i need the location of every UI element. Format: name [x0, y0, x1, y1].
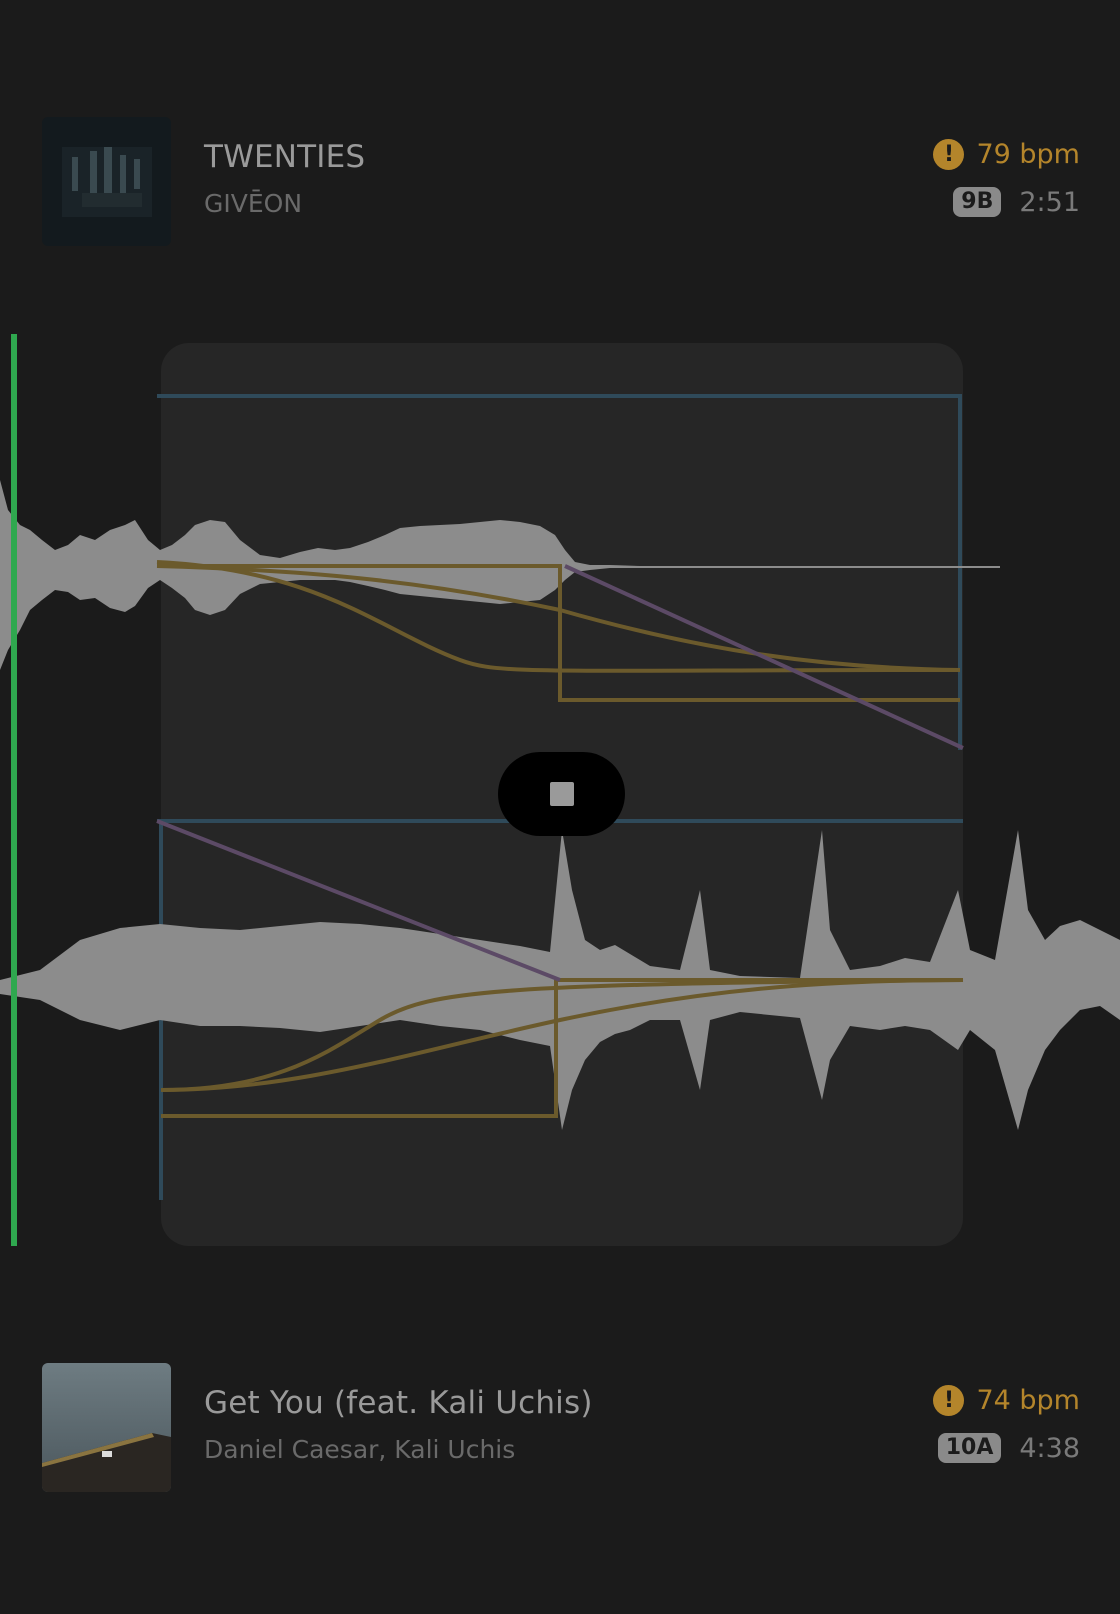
duration-label: 4:38: [1019, 1432, 1080, 1464]
key-badge: 9B: [953, 187, 1002, 217]
bpm-label: 79 bpm: [976, 138, 1080, 170]
warning-icon[interactable]: !: [933, 1384, 965, 1416]
album-artwork: [42, 117, 171, 246]
bpm-label: 74 bpm: [976, 1384, 1080, 1416]
duration-label: 2:51: [1019, 186, 1080, 218]
track-meta: ! 74 bpm 10A 4:38: [933, 1383, 1080, 1465]
warning-icon[interactable]: !: [933, 138, 965, 170]
stop-button[interactable]: [498, 752, 625, 836]
playhead: [11, 334, 17, 1246]
stop-icon: [549, 782, 574, 806]
track-artist: Daniel Caesar, Kali Uchis: [204, 1435, 516, 1464]
track-row-next[interactable]: Get You (feat. Kali Uchis) Daniel Caesar…: [0, 1363, 1120, 1493]
track-title: Get You (feat. Kali Uchis): [204, 1385, 593, 1421]
key-badge: 10A: [937, 1433, 1002, 1463]
track-row-current[interactable]: TWENTIES GIVĒON ! 79 bpm 9B 2:51: [0, 117, 1120, 247]
track-meta: ! 79 bpm 9B 2:51: [933, 137, 1080, 219]
album-artwork: [42, 1363, 171, 1492]
track-artist: GIVĒON: [204, 189, 303, 218]
track-title: TWENTIES: [204, 139, 366, 175]
